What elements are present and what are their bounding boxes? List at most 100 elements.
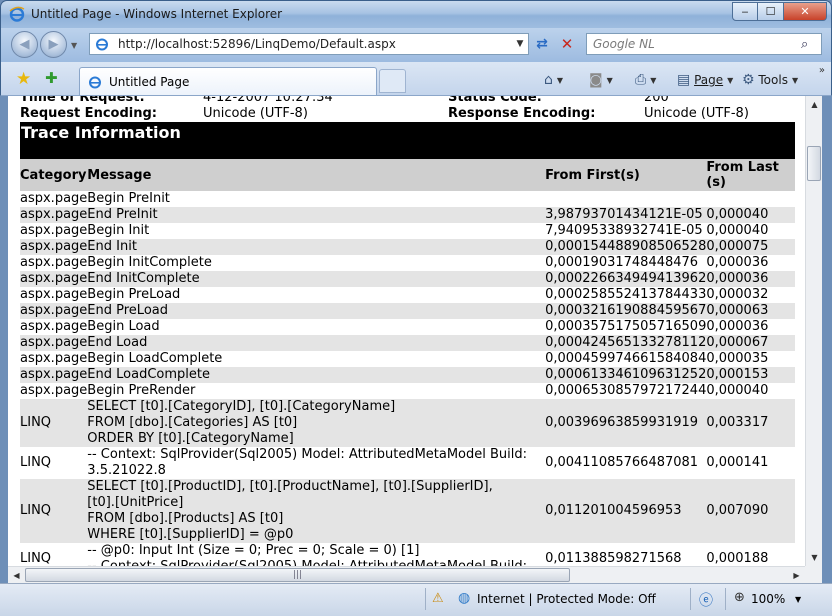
trace-row: aspx.page Begin PreRender 0,00065308579721… (20, 383, 795, 399)
trace-message: SELECT [t0].[ProductID], [t0].[ProductNa… (87, 479, 546, 543)
trace-row: aspx.page End InitComplete 0,0002266349494… (20, 271, 795, 287)
horizontal-scroll-thumb[interactable]: ||| (25, 568, 570, 582)
feeds-button[interactable]: ◙ ▼ (589, 70, 613, 90)
trace-message-line: SELECT [t0].[ProductID], [t0].[ProductNa… (87, 479, 493, 494)
scroll-down-arrow-icon[interactable]: ▼ (806, 549, 823, 566)
trace-category: LINQ (20, 479, 88, 543)
status-divider (690, 588, 691, 610)
print-dropdown-icon[interactable]: ▼ (650, 76, 656, 85)
more-commands-chevron-icon[interactable]: » (819, 65, 825, 76)
trace-message-line: -- @p0: Input Int (Size = 0; Prec = 0; S… (87, 543, 420, 558)
search-box[interactable]: Google NL ⌕ (586, 33, 822, 55)
viewport-right-margin (796, 96, 805, 566)
request-details-row-2: Request Encoding: Unicode (UTF-8) Respon… (20, 106, 795, 122)
trace-table-header-row: Category Message From First(s) From Last… (20, 159, 795, 191)
trace-message-line: End Init (87, 239, 137, 254)
trace-message: -- @p0: Input Int (Size = 0; Prec = 0; S… (87, 543, 545, 566)
trace-message: End Load (87, 335, 546, 351)
warning-icon[interactable]: ⚠ (432, 591, 444, 606)
horizontal-scrollbar[interactable]: ◀ ||| ▶ (8, 566, 805, 583)
address-field[interactable]: http://localhost:52896/LinqDemo/Default.… (89, 33, 529, 55)
trace-message: End InitComplete (87, 271, 546, 287)
recent-pages-dropdown-icon[interactable]: ▼ (71, 41, 77, 50)
zoom-level[interactable]: 100% (751, 592, 785, 606)
trace-from-last: 0,000141 (706, 455, 769, 470)
trace-message-line: Begin PreRender (87, 383, 196, 398)
home-button[interactable]: ⌂ ▼ (544, 70, 563, 90)
maximize-button[interactable]: ☐ (758, 2, 784, 21)
add-favorites-icon[interactable]: ✚ (45, 69, 58, 87)
address-url[interactable]: http://localhost:52896/LinqDemo/Default.… (118, 37, 512, 51)
zoom-dropdown-icon[interactable]: ▼ (795, 595, 801, 604)
home-dropdown-icon[interactable]: ▼ (557, 76, 563, 85)
tab-favicon-icon (89, 76, 101, 88)
feeds-dropdown-icon[interactable]: ▼ (607, 76, 613, 85)
trace-from-first: 0,000154488908506528 (545, 239, 707, 255)
trace-from-first: 0,000258552413784433 (545, 287, 707, 302)
trace-message: Begin Init (87, 223, 545, 239)
page-menu[interactable]: ▤ Page ▼ (677, 70, 733, 90)
scroll-left-arrow-icon[interactable]: ◀ (8, 567, 25, 584)
page-dropdown-icon: ▼ (727, 75, 734, 85)
trace-row: aspx.page End Load 0,000424565133278112 0,0… (20, 335, 795, 351)
trace-message: End PreInit (87, 207, 546, 223)
forward-button[interactable]: ▶ (40, 31, 67, 58)
trace-from-last (706, 191, 795, 207)
trace-message-line: [t0].[UnitPrice] (87, 495, 184, 510)
trace-category: aspx.page (20, 287, 88, 302)
tools-menu[interactable]: ⚙ Tools ▼ (742, 70, 798, 90)
scroll-right-arrow-icon[interactable]: ▶ (788, 567, 805, 584)
stop-button[interactable]: ✕ (556, 33, 578, 55)
window-controls: ‒ ☐ ✕ (732, 2, 827, 21)
message-column-header: Message (87, 159, 546, 191)
trace-from-first: 0,00396963859931919 (545, 399, 707, 447)
new-tab-button[interactable] (379, 69, 406, 93)
trace-category: aspx.page (20, 319, 88, 334)
trace-from-first: 0,011201004596953 (545, 479, 707, 543)
trace-from-last: 0,000063 (706, 303, 795, 319)
trace-row: aspx.page Begin Load 0,000357517505716509 0… (20, 319, 795, 335)
trace-from-last: 0,000040 (706, 383, 769, 398)
stop-icon: ✕ (560, 35, 574, 53)
trace-message-line: SELECT [t0].[CategoryID], [t0].[Category… (87, 399, 396, 414)
trace-category: LINQ (20, 551, 52, 566)
trace-from-last: 0,003317 (706, 399, 795, 447)
trace-from-last: 0,000040 (706, 223, 769, 238)
tab-untitled-page[interactable]: Untitled Page (79, 67, 377, 95)
search-input[interactable]: Google NL (593, 37, 801, 51)
vertical-scrollbar[interactable]: ▲ ▼ (805, 96, 822, 566)
time-of-request-value: 4-12-2007 10:27:34 (203, 96, 333, 105)
scroll-up-arrow-icon[interactable]: ▲ (806, 96, 823, 113)
back-arrow-icon: ◀ (19, 37, 30, 52)
vertical-scroll-thumb[interactable] (807, 146, 821, 181)
trace-from-first: 0,000226634949413962 (545, 271, 707, 287)
minimize-button[interactable]: ‒ (732, 2, 758, 21)
security-zone-text[interactable]: Internet | Protected Mode: Off (477, 592, 656, 606)
favorites-star-icon[interactable]: ★ (16, 69, 31, 89)
trace-message-line: Begin LoadComplete (87, 351, 223, 366)
response-encoding-label: Response Encoding: (448, 106, 596, 121)
search-icon[interactable]: ⌕ (801, 37, 821, 52)
trace-category: aspx.page (20, 191, 88, 206)
trace-from-last: 0,000032 (706, 287, 769, 302)
minimize-icon: ‒ (741, 5, 749, 18)
time-of-request-label: Time of Request: (20, 96, 145, 105)
scrollbar-corner (805, 566, 822, 583)
trace-message: Begin LoadComplete (87, 351, 545, 367)
trace-message-line: FROM [dbo].[Categories] AS [t0] (87, 415, 298, 430)
close-button[interactable]: ✕ (784, 2, 827, 21)
back-button[interactable]: ◀ (11, 31, 38, 58)
trace-row: aspx.page Begin Init 7,94095338932741E-05 0… (20, 223, 795, 239)
print-button[interactable]: ⎙ ▼ (635, 70, 656, 90)
from-last-column-header: From Last (s) (706, 159, 795, 191)
trace-message: Begin Load (87, 319, 545, 335)
refresh-button[interactable]: ⇄ (531, 33, 553, 55)
trace-message-line: WHERE [t0].[SupplierID] = @p0 (87, 527, 294, 542)
ie-status-icon: ⓔ (699, 593, 713, 609)
trace-row: aspx.page End Init 0,000154488908506528 0,0… (20, 239, 795, 255)
refresh-icon: ⇄ (536, 36, 548, 52)
page-menu-label: Page (694, 73, 724, 87)
address-dropdown-icon[interactable]: ▼ (512, 39, 528, 49)
trace-row: aspx.page End LoadComplete 0,0006133461096… (20, 367, 795, 383)
zoom-magnifier-icon[interactable]: ⊕ (734, 590, 745, 605)
